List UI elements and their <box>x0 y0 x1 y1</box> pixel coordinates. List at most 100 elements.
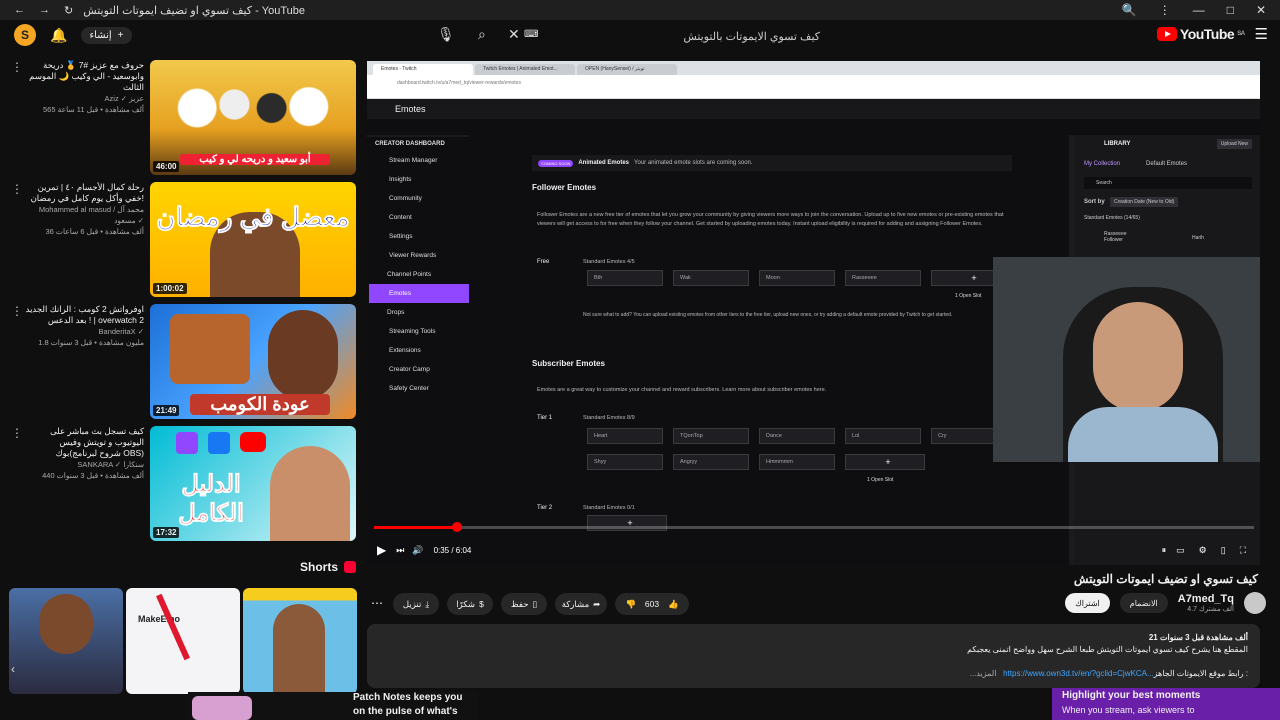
play-icon[interactable]: ▶ <box>377 543 386 557</box>
player-controls: ▶ ⏭ 🔊 0:35 / 6:04 ⏸ ▭ ⚙ ▯ ⛶ <box>367 537 1260 563</box>
video-thumbnail[interactable]: عودة الكومب 21:49 <box>150 304 356 419</box>
emote-slot: Bth <box>587 270 663 286</box>
like-count: 603 <box>644 599 660 609</box>
notifications-icon[interactable]: 🔔 <box>50 27 67 44</box>
recommended-video[interactable]: ⋮ اوفرواتش 2 كومب : الرانك الجديد بعد ال… <box>0 302 360 420</box>
reload-icon[interactable]: ↻ <box>64 4 73 17</box>
short-item[interactable]: MakeEmo <box>126 588 240 694</box>
facebook-icon <box>208 432 230 454</box>
settings-icon[interactable]: ⚙ <box>1199 545 1207 556</box>
emote-slot: Moon <box>759 270 835 286</box>
twitch-nav-item: Safety Center <box>389 385 429 392</box>
twitch-nav-item: Extensions <box>389 347 421 354</box>
next-icon[interactable]: ⏭ <box>396 545 404 556</box>
theater-mode-icon[interactable]: ▯ <box>1221 545 1226 556</box>
emote-slot: Lol <box>845 428 921 444</box>
zoom-icon[interactable]: 🔍 <box>1122 3 1137 17</box>
inner-bookmarks <box>367 91 1260 99</box>
plus-icon: + <box>117 29 124 41</box>
more-actions-icon[interactable]: ⋯ <box>371 596 383 610</box>
twitch-nav-item: Channel Points <box>387 271 432 278</box>
miniplayer-icon[interactable]: ▭ <box>1176 545 1185 556</box>
inner-address-bar: dashboard.twitch.tv/u/a7med_tq/viewer-re… <box>367 75 1260 91</box>
video-title: كيف تسوي او تضيف ايموتات التويتش <box>1073 572 1258 586</box>
twitch-header: Emotes <box>367 99 1260 119</box>
video-thumbnail[interactable]: معضل في رمضان 1:00:02 <box>150 182 356 297</box>
mic-icon[interactable]: 🎙 <box>437 26 455 43</box>
maximize-icon[interactable]: □ <box>1227 3 1234 17</box>
emote-slot: Dance <box>759 428 835 444</box>
like-dislike-group: 👎 603 👍 <box>615 593 689 615</box>
chevron-left-icon[interactable]: ‹ <box>11 662 15 676</box>
youtube-logo[interactable]: YouTube SA <box>1156 26 1245 42</box>
minimize-icon[interactable]: — <box>1193 3 1205 17</box>
short-item[interactable]: ‹ <box>9 588 123 694</box>
hamburger-menu-icon[interactable]: ☰ <box>1255 25 1268 43</box>
shorts-icon <box>344 561 357 573</box>
description-link[interactable]: https://www.own3d.tv/en/?gclid=CjwKCA... <box>1003 669 1154 678</box>
emote-slot: Heart <box>587 428 663 444</box>
account-avatar[interactable]: S <box>14 24 36 46</box>
emote-slot: Wak <box>673 270 749 286</box>
inner-browser-tabs: Emotes - Twitch Twitch Emotes | Animated… <box>367 61 1260 75</box>
recommended-video[interactable]: ⋮ حروف مع عزيز #7 🥇 دريحة وابوسعيد - الي… <box>0 58 360 176</box>
share-button[interactable]: مشاركة ➦ <box>555 593 607 615</box>
pause-icon[interactable]: ⏸ <box>1162 545 1167 556</box>
volume-icon[interactable]: 🔊 <box>412 545 423 556</box>
browser-titlebar: ← → ↻ كيف تسوي او تضيف ايموتات التويتش -… <box>0 0 1280 20</box>
download-button[interactable]: تنزيل ⤓ <box>393 593 439 615</box>
more-link[interactable]: ...المزيد <box>970 669 997 678</box>
window-title: كيف تسوي او تضيف ايموتات التويتش - YouTu… <box>83 4 306 17</box>
emote-slot: Angryy <box>673 454 749 470</box>
short-item[interactable] <box>243 588 357 694</box>
forward-icon[interactable]: → <box>39 4 50 17</box>
search-input[interactable]: كيف تسوي الايموتات بالتويتش <box>520 24 820 48</box>
clear-search-icon[interactable]: ✕ <box>508 26 520 43</box>
like-icon[interactable]: 👍 <box>668 599 679 610</box>
time-display: 0:35 / 6:04 <box>433 545 472 555</box>
recommended-video[interactable]: ⋮ رحلة كمال الأجسام ٤٠ | تمرين خفي وأكل … <box>0 180 360 298</box>
twitch-nav-item: Streaming Tools <box>389 328 436 335</box>
video-player[interactable]: Emotes - Twitch Twitch Emotes | Animated… <box>367 61 1260 565</box>
create-button[interactable]: إنشاء + <box>81 26 132 44</box>
twitch-nav-item: Drops <box>387 309 405 316</box>
seek-bar[interactable] <box>374 522 1254 532</box>
close-icon[interactable]: ✕ <box>1256 3 1266 17</box>
emote-slot: Shyy <box>587 454 663 470</box>
youtube-icon <box>240 432 266 452</box>
save-button[interactable]: حفظ ▯ <box>501 593 547 615</box>
fullscreen-icon[interactable]: ⛶ <box>1240 545 1246 556</box>
promo-thumbnail <box>192 696 252 720</box>
twitch-nav-item: Community <box>389 195 422 202</box>
youtube-logo-icon <box>1156 27 1177 41</box>
twitch-sidebar: CREATOR DASHBOARD Stream Manager Insight… <box>367 137 469 565</box>
share-icon: ➦ <box>593 598 601 609</box>
twitch-nav-item-selected: Emotes <box>369 284 469 303</box>
webcam-overlay <box>993 257 1260 462</box>
youtube-header: S 🔔 إنشاء + 🎙 ⌕ ✕ ⌨ كيف تسوي الايموتات با… <box>0 20 1280 52</box>
seek-bar-progress <box>374 526 457 529</box>
menu-icon[interactable]: ⋮ <box>1159 3 1171 17</box>
twitch-page-title: Emotes <box>395 104 426 114</box>
video-thumbnail[interactable]: الدليل الكامل 17:32 <box>150 426 356 541</box>
video-thumbnail[interactable]: أبو سعيد و دريحه لي و كيب 46:00 <box>150 60 356 175</box>
thanks-button[interactable]: شكرًا $ <box>447 593 493 615</box>
dislike-icon[interactable]: 👎 <box>625 599 636 610</box>
seek-bar-handle[interactable] <box>451 522 462 532</box>
twitch-icon <box>176 432 198 454</box>
arrow-icon <box>156 593 190 661</box>
emote-slot: TQonTop <box>673 428 749 444</box>
promo-card[interactable]: Patch Notes keeps you on the pulse of wh… <box>188 692 478 720</box>
action-bar: ⋯ تنزيل ⤓ شكرًا $ حفظ ▯ مشاركة ➦ 👎 603 👍 <box>367 593 1260 615</box>
recommended-video[interactable]: ⋮ كيف تسجل بث مباشر على اليوتيوب و تويتش… <box>0 424 360 542</box>
back-icon[interactable]: ← <box>14 4 25 17</box>
twitch-nav-item: Creator Camp <box>389 366 430 373</box>
search-icon[interactable]: ⌕ <box>478 26 486 43</box>
description-box[interactable]: 21 ألف مشاهدة قبل 3 سنوات المقطع هنا يشر… <box>367 624 1260 688</box>
emote-slot: Hmmmmm <box>759 454 835 470</box>
twitch-nav-item: Settings <box>389 233 413 240</box>
twitch-nav-item: Stream Manager <box>389 157 438 164</box>
browser-tab: OPEN (HanySensei) / تويتر <box>577 64 677 75</box>
ad-banner[interactable]: Highlight your best moments When you str… <box>1052 688 1280 720</box>
bookmark-icon: ▯ <box>532 598 538 609</box>
